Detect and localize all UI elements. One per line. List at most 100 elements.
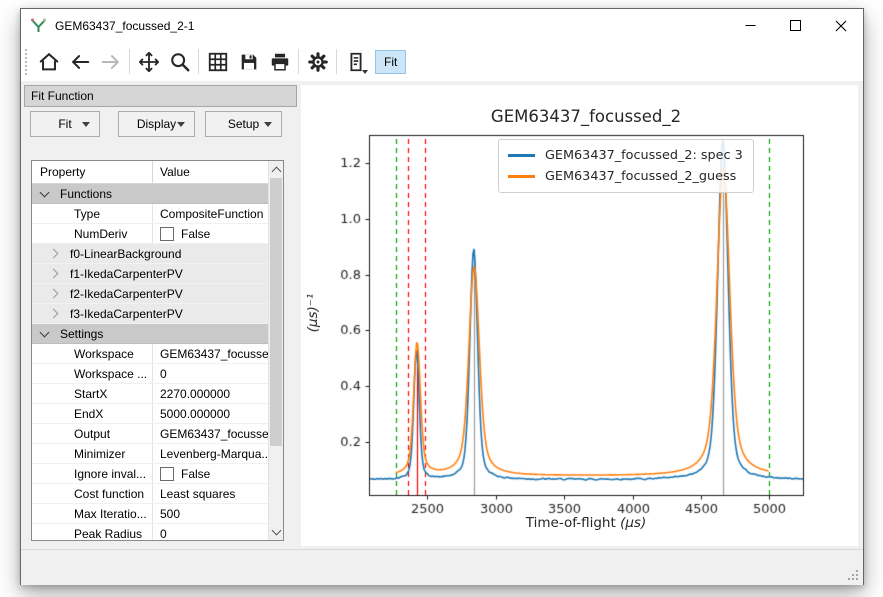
toolbar-drag-handle[interactable] (25, 49, 27, 75)
back-button[interactable] (64, 47, 95, 77)
table-header[interactable]: Property Value (32, 161, 268, 184)
close-button[interactable] (818, 9, 863, 42)
property-name: Max Iteratio... (32, 507, 152, 521)
dock-title[interactable]: Fit Function (24, 85, 297, 107)
zoom-icon (169, 51, 191, 73)
plot-figure: GEM63437_focussed_2 GEM63437_focussed_2:… (301, 85, 858, 546)
expand-icon[interactable] (49, 269, 59, 279)
home-button[interactable] (33, 47, 64, 77)
property-row[interactable]: Ignore inval...False (32, 464, 268, 484)
checkbox-unchecked-icon[interactable] (160, 467, 174, 481)
property-row[interactable]: Workspace ...0 (32, 364, 268, 384)
checkbox-label: False (181, 227, 210, 241)
property-value[interactable]: GEM63437_focusse... (152, 424, 268, 443)
property-value[interactable]: False (152, 224, 268, 243)
customize-button[interactable] (302, 47, 333, 77)
expand-icon[interactable] (49, 289, 59, 299)
property-value[interactable]: False (152, 464, 268, 483)
scroll-down-button[interactable] (269, 524, 283, 539)
property-value[interactable]: 0 (152, 524, 268, 541)
property-row[interactable]: EndX5000.000000 (32, 404, 268, 424)
fit-function-dock: Fit Function Fit Display Setup Property … (24, 85, 297, 545)
property-value[interactable]: Levenberg-Marqua... (152, 444, 268, 463)
property-name: Workspace ... (32, 367, 152, 381)
home-icon (38, 51, 60, 73)
pan-icon (138, 51, 160, 73)
property-value[interactable]: GEM63437_focusse... (152, 344, 268, 363)
display-menu-button[interactable]: Display (118, 111, 195, 137)
property-value[interactable]: 0 (152, 364, 268, 383)
property-value[interactable]: 5000.000000 (152, 404, 268, 423)
property-value[interactable]: 2270.000000 (152, 384, 268, 403)
forward-arrow-icon (100, 51, 122, 73)
fit-toggle-button[interactable]: Fit (375, 50, 406, 74)
checkbox-unchecked-icon[interactable] (160, 227, 174, 241)
plot-title: GEM63437_focussed_2 (491, 107, 681, 126)
property-row[interactable]: OutputGEM63437_focusse... (32, 424, 268, 444)
function-row[interactable]: f0-LinearBackground (32, 244, 268, 264)
chevron-down-icon (271, 525, 281, 535)
section-row[interactable]: Settings (32, 324, 268, 344)
print-button[interactable] (264, 47, 295, 77)
legend-label: GEM63437_focussed_2_guess (545, 169, 736, 184)
setup-menu-button[interactable]: Setup (205, 111, 282, 137)
legend-label: GEM63437_focussed_2: spec 3 (545, 148, 743, 163)
minimize-button[interactable] (728, 9, 773, 42)
scrollbar-thumb[interactable] (270, 178, 282, 446)
property-name: Cost function (32, 487, 152, 501)
x-axis-label: Time-of-flight (μs) (526, 515, 646, 531)
property-row[interactable]: Peak Radius0 (32, 524, 268, 541)
property-value[interactable]: Least squares (152, 484, 268, 503)
collapse-icon[interactable] (40, 327, 50, 337)
function-row[interactable]: f1-IkedaCarpenterPV (32, 264, 268, 284)
section-row[interactable]: Functions (32, 184, 268, 204)
maximize-button[interactable] (773, 9, 818, 42)
property-name: Ignore inval... (32, 467, 152, 481)
print-icon (269, 51, 291, 73)
property-value[interactable]: 500 (152, 504, 268, 523)
expand-icon[interactable] (49, 249, 59, 259)
toolbar-separator (336, 49, 337, 74)
function-row[interactable]: f2-IkedaCarpenterPV (32, 284, 268, 304)
close-icon (835, 20, 847, 32)
fit-menu-button[interactable]: Fit (30, 111, 100, 137)
row-label: f3-IkedaCarpenterPV (70, 307, 183, 321)
property-row[interactable]: NumDerivFalse (32, 224, 268, 244)
grid-icon (207, 51, 229, 73)
caret-down-icon (264, 122, 272, 127)
property-value[interactable]: CompositeFunction (152, 204, 268, 223)
plot-legend[interactable]: GEM63437_focussed_2: spec 3 GEM63437_foc… (498, 139, 754, 193)
property-row[interactable]: Max Iteratio...500 (32, 504, 268, 524)
maximize-icon (790, 20, 801, 31)
title-bar[interactable]: GEM63437_focussed_2-1 (21, 9, 863, 42)
property-name: Minimizer (32, 447, 152, 461)
row-label: f0-LinearBackground (70, 247, 181, 261)
collapse-icon[interactable] (40, 187, 50, 197)
table-scrollbar[interactable] (268, 161, 283, 540)
property-row[interactable]: MinimizerLevenberg-Marqua... (32, 444, 268, 464)
fit-menu-label: Fit (58, 117, 71, 131)
scroll-up-button[interactable] (269, 162, 283, 177)
property-row[interactable]: TypeCompositeFunction (32, 204, 268, 224)
column-header-value[interactable]: Value (152, 161, 268, 183)
save-button[interactable] (233, 47, 264, 77)
row-label: f1-IkedaCarpenterPV (70, 267, 183, 281)
property-row[interactable]: StartX2270.000000 (32, 384, 268, 404)
window-title: GEM63437_focussed_2-1 (55, 19, 194, 33)
property-name: Type (32, 207, 152, 221)
property-row[interactable]: WorkspaceGEM63437_focusse... (32, 344, 268, 364)
property-row[interactable]: Cost functionLeast squares (32, 484, 268, 504)
status-bar (21, 549, 863, 585)
legend-line-swatch (508, 154, 535, 157)
legend-line-swatch (508, 175, 535, 178)
column-header-property[interactable]: Property (32, 165, 152, 179)
zoom-button[interactable] (164, 47, 195, 77)
expand-icon[interactable] (49, 309, 59, 319)
function-row[interactable]: f3-IkedaCarpenterPV (32, 304, 268, 324)
row-label: Settings (60, 327, 103, 341)
resize-grip[interactable] (847, 569, 859, 581)
forward-button[interactable] (95, 47, 126, 77)
pan-button[interactable] (133, 47, 164, 77)
subplots-button[interactable] (202, 47, 233, 77)
generate-script-button[interactable] (340, 47, 371, 77)
